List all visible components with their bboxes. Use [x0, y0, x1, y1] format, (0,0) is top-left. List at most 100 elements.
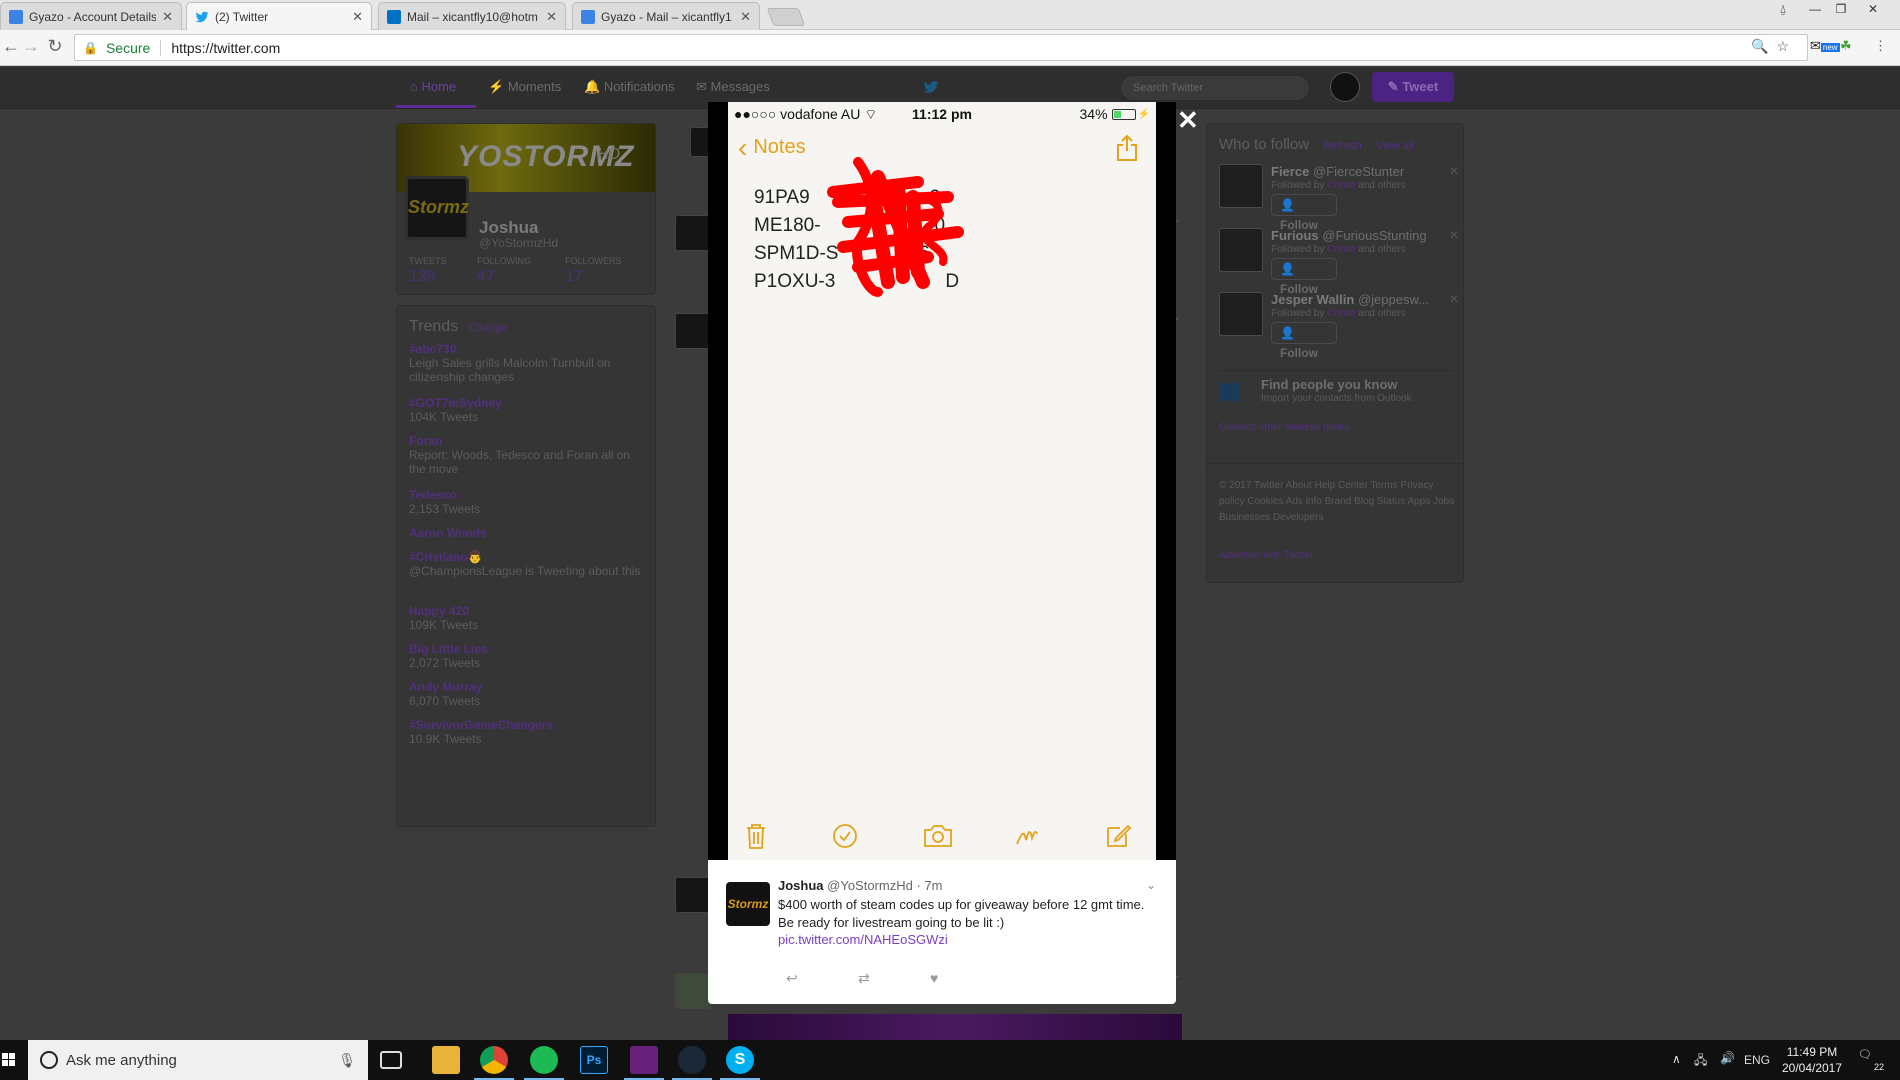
suggested-user-name[interactable]: Jesper Wallin @jeppesw... [1271, 292, 1429, 307]
sketch-icon[interactable] [1014, 822, 1040, 850]
timeline-avatar[interactable] [675, 313, 711, 349]
tab-gyazo-account[interactable]: Gyazo - Account Details ✕ [0, 2, 182, 30]
follow-button[interactable]: 👤 Follow [1271, 258, 1337, 296]
trend-item[interactable]: #Cristiano👨 @ChampionsLeague is Tweeting … [409, 550, 645, 578]
compose-icon[interactable] [1104, 822, 1132, 850]
profile-icon[interactable]: ⍙ [1770, 0, 1796, 18]
trash-icon[interactable] [744, 822, 768, 850]
close-icon[interactable]: ✕ [546, 9, 557, 25]
avatar[interactable] [1219, 292, 1263, 336]
close-icon[interactable]: ✕ [352, 9, 363, 25]
nav-notifications[interactable]: 🔔 Notifications [584, 79, 675, 95]
trend-item[interactable]: Happy 420 109K Tweets [409, 604, 645, 632]
forward-icon[interactable]: → [20, 36, 42, 57]
new-tab-button[interactable] [766, 8, 806, 26]
tweet-author-avatar[interactable]: Stormz [726, 882, 770, 926]
action-center-icon[interactable]: 🗨 22 [1858, 1048, 1884, 1072]
steam-icon[interactable] [672, 1046, 712, 1080]
chrome-icon[interactable] [474, 1046, 514, 1080]
zoom-and-bookmark-icons[interactable]: 🔍☆ [1751, 38, 1797, 55]
profile-avatar[interactable]: Stormz [405, 176, 469, 240]
advertise-link[interactable]: Advertise with Twitter [1219, 548, 1459, 564]
stat-followers[interactable]: FOLLOWERS 17 [565, 256, 622, 286]
trend-item[interactable]: #SurvivorGameChangers 10.9K Tweets [409, 718, 645, 746]
tweet-author-name[interactable]: Joshua [778, 878, 824, 893]
extension-icon[interactable]: ☘ [1840, 38, 1852, 54]
close-icon[interactable]: ✕ [740, 9, 751, 25]
trend-item[interactable]: #GOT7inSydney 104K Tweets [409, 396, 645, 424]
timeline-avatar[interactable] [675, 215, 711, 251]
account-avatar[interactable] [1330, 72, 1360, 102]
close-modal-icon[interactable]: ✕ [1177, 107, 1199, 133]
compose-tweet-button[interactable]: ✎ Tweet [1372, 72, 1454, 102]
photoshop-icon[interactable]: Ps [580, 1046, 608, 1074]
dismiss-icon[interactable]: ✕ [1449, 164, 1459, 178]
retweet-icon[interactable]: ⇄ [858, 970, 870, 987]
volume-icon[interactable]: 🔊 [1720, 1051, 1735, 1080]
notes-back-button[interactable]: ‹ Notes [738, 133, 806, 161]
camera-icon[interactable] [922, 822, 954, 850]
tab-twitter[interactable]: (2) Twitter ✕ [186, 2, 372, 31]
system-clock[interactable]: 11:49 PM 20/04/2017 [1774, 1044, 1850, 1076]
outlook-contacts[interactable]: Find people you know Import your contact… [1219, 370, 1453, 406]
tweet-timestamp[interactable]: · 7m [916, 878, 942, 893]
visual-studio-icon[interactable] [624, 1046, 664, 1080]
trend-item[interactable]: #abc730 Leigh Sales grills Malcolm Turnbu… [409, 342, 645, 384]
close-window-icon[interactable]: ✕ [1860, 0, 1886, 18]
tab-outlook-mail[interactable]: Mail – xicantfly10@hotm ✕ [378, 2, 566, 30]
tweet-author-handle[interactable]: @YoStormzHd [827, 878, 913, 893]
timeline-avatar[interactable] [675, 877, 711, 913]
follow-button[interactable]: 👤 Follow [1271, 194, 1337, 232]
cortana-search-box[interactable]: Ask me anything 🎙 [28, 1040, 368, 1080]
stat-following[interactable]: FOLLOWING 47 [477, 256, 531, 286]
windows-start-icon[interactable] [0, 1040, 28, 1080]
share-icon[interactable] [1116, 134, 1138, 162]
trends-change-link[interactable]: Change [469, 322, 508, 334]
show-hidden-icons[interactable]: ∧ [1672, 1052, 1681, 1080]
avatar[interactable] [1219, 228, 1263, 272]
microphone-icon[interactable]: 🎙 [338, 1052, 356, 1069]
timeline-media-preview[interactable] [728, 1014, 1182, 1040]
trend-item[interactable]: Tedesco 2,153 Tweets [409, 488, 645, 516]
footer-links[interactable]: © 2017 Twitter About Help Center Terms P… [1219, 478, 1459, 526]
reply-icon[interactable]: ↩ [786, 970, 798, 987]
nav-messages[interactable]: ✉ Messages [696, 79, 770, 95]
suggested-user-name[interactable]: Fierce @FierceStunter [1271, 164, 1404, 179]
dismiss-icon[interactable]: ✕ [1449, 292, 1459, 306]
profile-name[interactable]: Joshua [479, 218, 539, 238]
nav-home[interactable]: ⌂ Home [410, 79, 456, 94]
stat-tweets[interactable]: TWEETS 139 [409, 256, 447, 286]
timeline-avatar[interactable] [690, 127, 710, 157]
trend-item[interactable]: Aaron Woods [409, 526, 645, 540]
nav-moments[interactable]: ⚡ Moments [488, 79, 561, 95]
file-explorer-icon[interactable] [432, 1046, 460, 1074]
restore-icon[interactable]: ❐ [1828, 0, 1854, 18]
mail-extension-icon[interactable]: ✉ new [1810, 38, 1840, 54]
minimize-icon[interactable]: — [1802, 0, 1828, 18]
checklist-icon[interactable] [832, 822, 858, 850]
twitter-search-input[interactable]: Search Twitter [1120, 75, 1310, 101]
trend-item[interactable]: Andy Murray 6,070 Tweets [409, 680, 645, 708]
avatar[interactable] [1219, 164, 1263, 208]
language-indicator[interactable]: ENG [1744, 1053, 1770, 1080]
menu-icon[interactable]: ⋮ [1874, 38, 1887, 54]
chevron-down-icon[interactable]: ⌄ [1146, 878, 1156, 892]
network-icon[interactable]: 🖧 [1694, 1051, 1707, 1080]
tweet-media-link[interactable]: pic.twitter.com/NAHEoSGWzi [778, 932, 948, 947]
refresh-link[interactable]: Refresh [1323, 140, 1362, 152]
like-icon[interactable]: ♥ [930, 970, 938, 986]
trend-item[interactable]: Foran Report: Woods, Tedesco and Foran al… [409, 434, 645, 476]
close-icon[interactable]: ✕ [162, 9, 173, 25]
back-icon[interactable]: ← [0, 36, 22, 57]
dismiss-icon[interactable]: ✕ [1449, 228, 1459, 242]
spotify-icon[interactable] [524, 1046, 564, 1080]
tab-gyazo-mail[interactable]: Gyazo - Mail – xicantfly1 ✕ [572, 2, 760, 30]
suggested-user-name[interactable]: Furious @FuriousStunting [1271, 228, 1427, 243]
skype-icon[interactable]: S [720, 1046, 760, 1080]
address-bar[interactable]: 🔒 Secure https://twitter.com 🔍☆ [74, 34, 1808, 61]
follow-button[interactable]: 👤 Follow [1271, 322, 1337, 360]
reload-icon[interactable]: ↻ [44, 36, 66, 57]
task-view-icon[interactable] [380, 1051, 402, 1069]
view-all-link[interactable]: View all [1376, 140, 1414, 152]
connect-address-books-link[interactable]: Connect other address books [1219, 422, 1350, 433]
